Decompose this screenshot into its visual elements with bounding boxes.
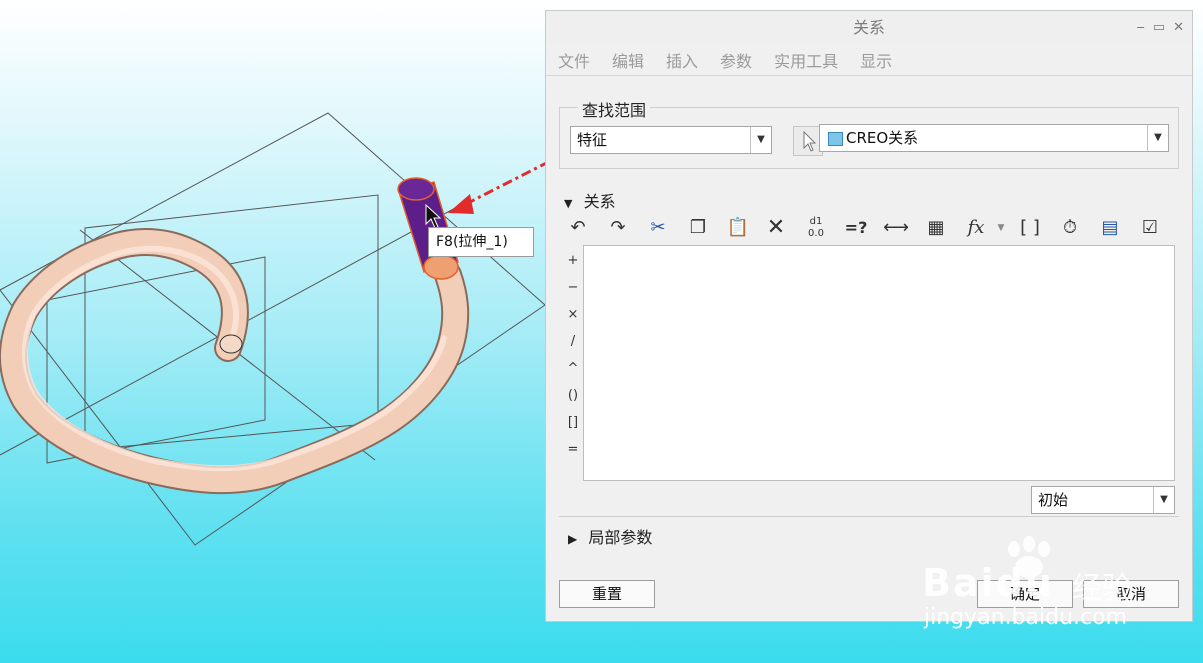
minimize-icon[interactable]: ‒ [1137, 11, 1145, 45]
relations-section-header[interactable]: ▼ 关系 [564, 188, 616, 212]
equals-button[interactable]: = [566, 436, 580, 463]
insert-parameter-icon[interactable]: ▤ [1096, 213, 1124, 243]
divide-button[interactable]: / [566, 328, 580, 355]
lookup-target-value: CREO关系 [846, 129, 919, 147]
local-params-section-header[interactable]: ▶ 局部参数 [568, 524, 652, 548]
verify-icon[interactable]: ⏱ [1056, 213, 1084, 243]
lookup-target-select[interactable]: CREO关系 ▼ [819, 124, 1169, 152]
power-button[interactable]: ^ [566, 355, 580, 382]
chevron-down-icon[interactable]: ▼ [1153, 487, 1174, 513]
plus-button[interactable]: + [566, 247, 580, 274]
relations-mode-select[interactable]: 初始 ▼ [1031, 486, 1175, 514]
operator-column: + − × / ^ () [] = [566, 247, 580, 463]
relations-section-label: 关系 [583, 192, 616, 211]
menu-edit[interactable]: 编辑 [612, 48, 644, 72]
lookup-type-select[interactable]: 特征 ▼ [570, 126, 772, 154]
pointer-icon [803, 130, 817, 152]
dialog-titlebar[interactable]: 关系 ‒ ▭ ✕ [546, 11, 1192, 45]
local-params-label: 局部参数 [588, 528, 653, 547]
paste-icon[interactable]: 📋 [724, 213, 752, 243]
delete-icon[interactable]: ✕ [762, 213, 790, 243]
feature-tooltip: F8(拉伸_1) [428, 227, 534, 257]
maximize-icon[interactable]: ▭ [1153, 11, 1165, 45]
multiply-button[interactable]: × [566, 301, 580, 328]
check-icon[interactable]: ☑ [1136, 213, 1164, 243]
undo-icon[interactable]: ↶ [564, 213, 592, 243]
menu-insert[interactable]: 插入 [666, 48, 698, 72]
function-dropdown-icon[interactable]: ▼ [987, 213, 1015, 243]
close-icon[interactable]: ✕ [1173, 11, 1184, 45]
relations-editor[interactable] [583, 245, 1175, 481]
brackets-icon[interactable]: [ ] [1016, 213, 1044, 243]
minus-button[interactable]: − [566, 274, 580, 301]
menu-utilities[interactable]: 实用工具 [774, 48, 838, 72]
cancel-button[interactable]: 取消 [1083, 580, 1179, 608]
sweep-start-face [219, 334, 243, 354]
relations-toolbar: ↶ ↷ ✂ ❐ 📋 ✕ d1 0.0 =? ⟷ ▦ fx ▼ [ ] ⏱ ▤ ☑ [564, 213, 1164, 243]
menu-file[interactable]: 文件 [558, 48, 590, 72]
sort-icon[interactable]: ▦ [922, 213, 950, 243]
parentheses-button[interactable]: () [566, 382, 580, 409]
copy-icon[interactable]: ❐ [684, 213, 712, 243]
evaluate-icon[interactable]: =? [842, 213, 870, 243]
redo-icon[interactable]: ↷ [604, 213, 632, 243]
menu-display[interactable]: 显示 [860, 48, 892, 72]
relations-dialog: 关系 ‒ ▭ ✕ 文件 编辑 插入 参数 实用工具 显示 查找范围 特征 ▼ C… [545, 10, 1193, 622]
lookup-legend: 查找范围 [578, 97, 651, 121]
menu-parameters[interactable]: 参数 [720, 48, 752, 72]
dimension-icon[interactable]: ⟷ [882, 213, 910, 243]
show-values-icon[interactable]: d1 0.0 [802, 213, 830, 243]
relations-mode-value: 初始 [1038, 491, 1069, 509]
chevron-down-icon[interactable]: ▼ [750, 127, 771, 153]
dialog-title: 关系 [852, 18, 885, 37]
menu-bar: 文件 编辑 插入 参数 实用工具 显示 [546, 45, 1192, 76]
caret-right-icon: ▶ [568, 532, 578, 546]
ok-button[interactable]: 确定 [977, 580, 1073, 608]
reset-button[interactable]: 重置 [559, 580, 655, 608]
caret-down-icon: ▼ [564, 197, 573, 210]
brackets-button[interactable]: [] [566, 409, 580, 436]
lookup-group: 查找范围 特征 ▼ CREO关系 ▼ [559, 97, 1179, 169]
chevron-down-icon[interactable]: ▼ [1147, 125, 1168, 151]
divider [559, 516, 1179, 517]
part-icon [828, 132, 843, 146]
function-icon[interactable]: fx [962, 213, 990, 243]
lookup-type-value: 特征 [577, 131, 608, 149]
cut-icon[interactable]: ✂ [644, 213, 672, 243]
